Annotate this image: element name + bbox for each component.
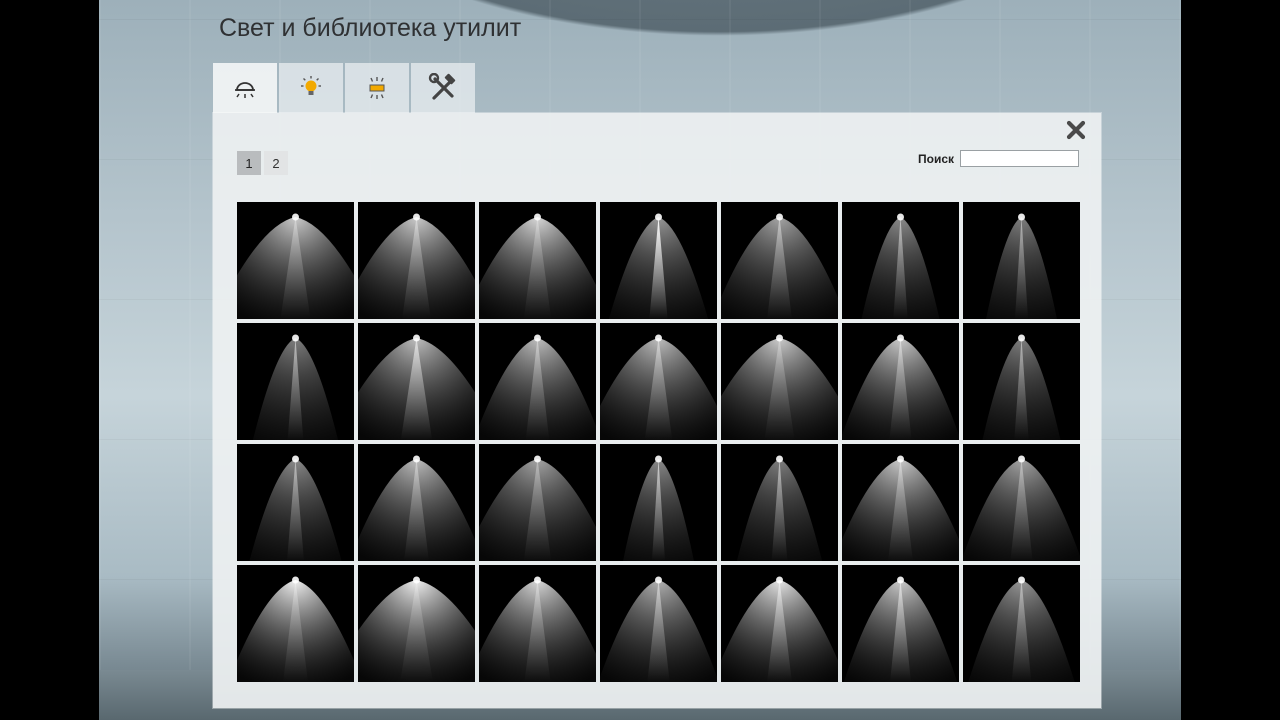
light-profile-image [842,565,959,682]
light-profile-image [842,202,959,319]
light-profile-image [721,565,838,682]
close-icon [1066,120,1086,140]
light-profile-thumbnail[interactable] [721,444,838,561]
tools-icon [428,73,456,100]
light-profile-thumbnail[interactable] [237,444,354,561]
close-button[interactable] [1065,119,1087,141]
light-profile-image [479,202,596,319]
light-profile-image [842,444,959,561]
light-profile-thumbnail[interactable] [963,444,1080,561]
light-profile-image [237,323,354,440]
light-profile-thumbnail[interactable] [600,202,717,319]
tab-utilities[interactable] [411,63,475,113]
library-panel: 1 2 Поиск [213,113,1101,708]
light-profile-image [963,565,1080,682]
pagination: 1 2 [237,151,291,175]
light-profile-image [358,565,475,682]
light-profile-thumbnail[interactable] [479,565,596,682]
light-profile-thumbnail[interactable] [600,323,717,440]
light-profile-image [842,323,959,440]
light-profile-thumbnail[interactable] [842,202,959,319]
light-profile-image [358,202,475,319]
light-profile-image [479,444,596,561]
search-input[interactable] [960,150,1079,167]
light-profile-image [237,565,354,682]
page-2-button[interactable]: 2 [264,151,288,175]
ceiling-lamp-icon [235,82,255,98]
page-1-button[interactable]: 1 [237,151,261,175]
library-tabs [213,63,477,113]
light-profile-thumbnail[interactable] [358,202,475,319]
light-profile-image [600,323,717,440]
light-profile-thumbnail[interactable] [721,202,838,319]
light-profile-thumbnail[interactable] [963,565,1080,682]
light-profile-image [358,323,475,440]
light-profile-thumbnail[interactable] [358,565,475,682]
light-profile-thumbnail[interactable] [479,444,596,561]
light-profile-thumbnail[interactable] [358,323,475,440]
thumbnail-grid [237,202,1080,682]
tab-lights[interactable] [213,63,277,113]
light-profile-thumbnail[interactable] [479,202,596,319]
light-profile-thumbnail[interactable] [600,444,717,561]
light-profile-image [237,202,354,319]
light-profile-image [600,444,717,561]
light-profile-image [358,444,475,561]
light-profile-thumbnail[interactable] [963,323,1080,440]
light-profile-thumbnail[interactable] [721,323,838,440]
light-profile-thumbnail[interactable] [237,323,354,440]
light-profile-thumbnail[interactable] [479,323,596,440]
light-profile-image [963,323,1080,440]
tab-panels[interactable] [345,63,409,113]
light-profile-thumbnail[interactable] [237,202,354,319]
light-profile-thumbnail[interactable] [358,444,475,561]
search-label: Поиск [917,151,954,166]
light-profile-thumbnail[interactable] [842,565,959,682]
light-profile-thumbnail[interactable] [600,565,717,682]
light-profile-image [721,202,838,319]
page-title: Свет и библиотека утилит [219,14,522,42]
light-profile-image [963,444,1080,561]
light-profile-thumbnail[interactable] [963,202,1080,319]
light-profile-image [721,323,838,440]
light-profile-thumbnail[interactable] [842,323,959,440]
light-profile-image [600,202,717,319]
tab-bulbs[interactable] [279,63,343,113]
light-profile-thumbnail[interactable] [721,565,838,682]
light-panel-icon [369,77,385,99]
light-profile-image [479,323,596,440]
light-profile-image [479,565,596,682]
light-profile-thumbnail[interactable] [842,444,959,561]
light-profile-image [600,565,717,682]
light-profile-thumbnail[interactable] [237,565,354,682]
bulb-icon [301,76,321,95]
light-profile-image [963,202,1080,319]
light-profile-image [721,444,838,561]
light-profile-image [237,444,354,561]
search-box: Поиск [918,150,1079,167]
